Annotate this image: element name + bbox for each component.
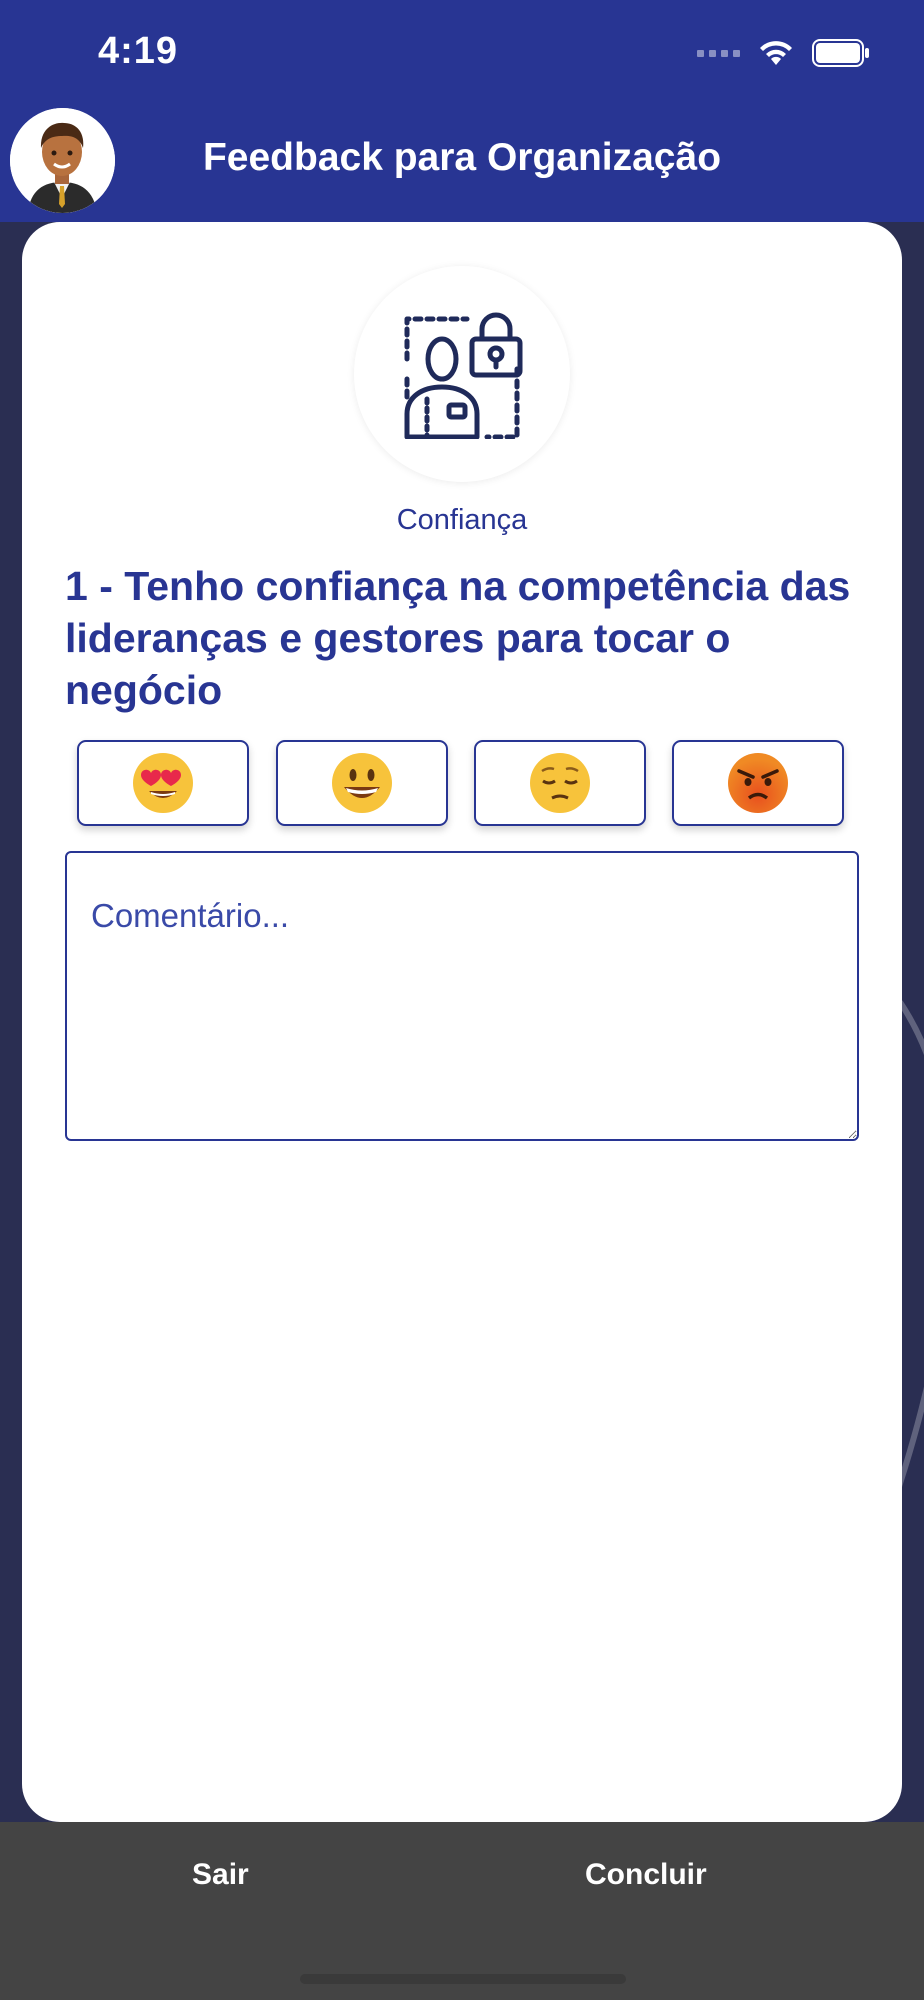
category-label: Confiança [396,504,528,536]
comment-input[interactable] [65,851,859,1141]
finish-button[interactable]: Concluir [585,1858,707,1892]
rating-sad-button[interactable] [474,740,646,826]
exit-button[interactable]: Sair [192,1858,249,1892]
cellular-signal-icon [697,49,740,57]
category-icon-container [354,266,570,482]
wifi-icon [760,41,792,65]
battery-icon [812,39,869,67]
rating-love-button[interactable] [77,740,249,826]
status-time: 4:19 [98,30,179,72]
trust-lock-person-icon [404,312,523,439]
app-header: 4:19 Feedback para Organização [0,0,924,222]
status-bar: 4:19 [0,0,924,100]
angry-face-icon [728,753,788,813]
heart-eyes-face-icon [133,753,193,813]
sad-face-icon [530,753,590,813]
status-icons [697,36,870,70]
question-text: 1 - Tenho confiança na competência das l… [65,563,851,713]
home-indicator [300,1974,626,1984]
bottom-action-bar: Sair Concluir [0,1822,924,2000]
question-card: Confiança 1 - Tenho confiança na competê… [22,222,902,1822]
rating-angry-button[interactable] [672,740,844,826]
rating-happy-button[interactable] [276,740,448,826]
page-title: Feedback para Organização [202,136,722,179]
smiling-face-icon [332,753,392,813]
